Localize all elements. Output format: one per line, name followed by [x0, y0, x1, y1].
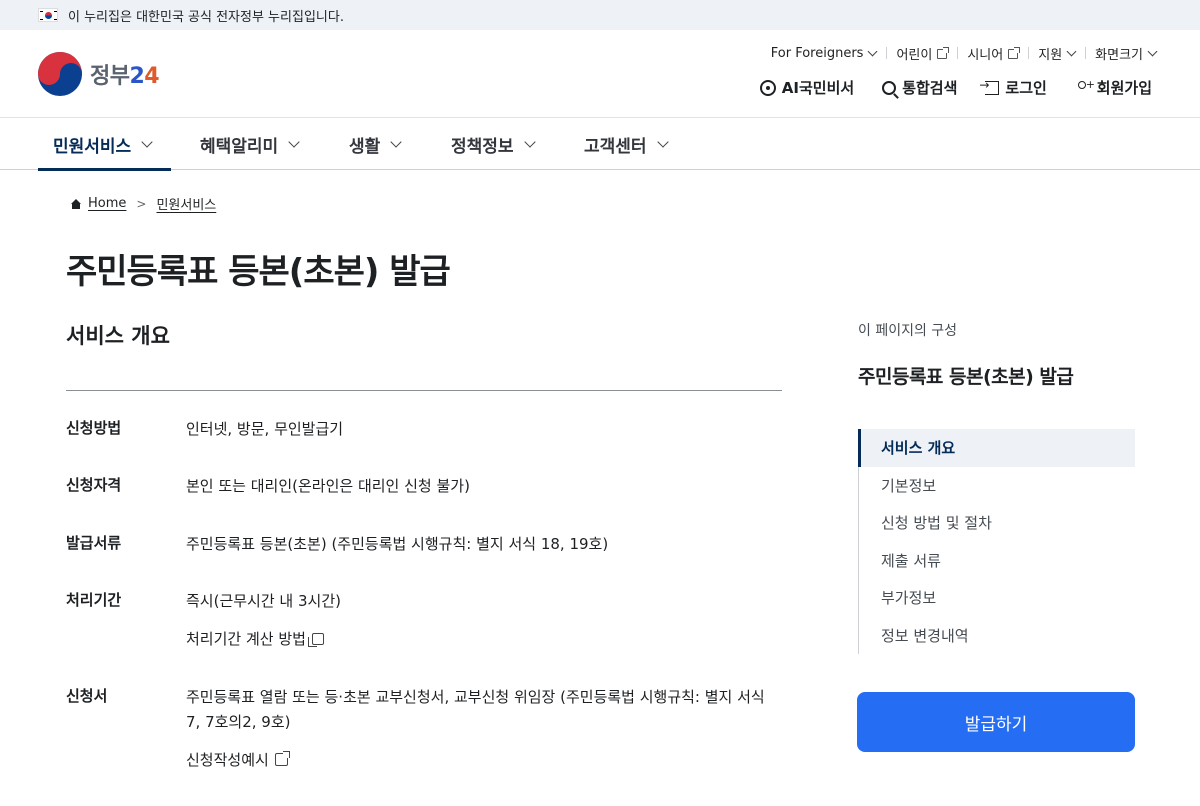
chevron-right-icon: > — [136, 196, 147, 211]
info-label: 신청서 — [66, 687, 108, 705]
for-foreigners-menu[interactable]: For Foreigners — [761, 46, 887, 61]
application-example-link[interactable]: 신청작성예시 — [186, 749, 290, 770]
info-label: 신청방법 — [66, 419, 122, 437]
gnb-life[interactable]: 생활 — [349, 118, 402, 170]
breadcrumb-current[interactable]: 민원서비스 — [156, 194, 216, 213]
gov-banner: 이 누리집은 대한민국 공식 전자정부 누리집입니다. — [0, 0, 1200, 30]
toc-item-basic-info[interactable]: 기본정보 — [859, 467, 1135, 505]
user-add-icon — [1075, 78, 1095, 95]
taeguk-logo-icon — [38, 52, 82, 96]
page-title: 주민등록표 등본(초본) 발급 — [66, 252, 451, 292]
info-label: 처리기간 — [66, 591, 122, 609]
korea-flag-icon — [38, 8, 58, 22]
gnb-customer-center[interactable]: 고객센터 — [584, 118, 669, 170]
screen-size-menu[interactable]: 화면크기 — [1085, 44, 1158, 63]
toc-caption: 이 페이지의 구성 — [858, 323, 958, 339]
kids-link[interactable]: 어린이 — [886, 44, 957, 63]
utility-main-nav: AI국민비서 통합검색 로그인 회원가입 — [759, 77, 1152, 98]
toc-item-procedure[interactable]: 신청 방법 및 절차 — [859, 504, 1135, 542]
external-link-icon — [274, 751, 290, 766]
chevron-down-icon — [141, 135, 153, 148]
info-value: 주민등록표 등본(초본) (주민등록법 시행규칙: 별지 서식 18, 19호) — [186, 535, 609, 553]
integrated-search-button[interactable]: 통합검색 — [882, 77, 957, 98]
support-menu[interactable]: 지원 — [1028, 44, 1085, 63]
gov24-logo[interactable]: 정부24 — [38, 52, 160, 96]
breadcrumb: Home > 민원서비스 — [70, 194, 216, 213]
utility-top-nav: For Foreigners 어린이 시니어 지원 화면크기 — [761, 44, 1158, 63]
gov-banner-text: 이 누리집은 대한민국 공식 전자정부 누리집입니다. — [68, 9, 344, 25]
info-label: 신청자격 — [66, 476, 122, 494]
toc-title: 주민등록표 등본(초본) 발급 — [858, 366, 1074, 388]
external-link-icon — [937, 46, 950, 59]
issue-button[interactable]: 발급하기 — [857, 692, 1135, 752]
ai-assistant-button[interactable]: AI국민비서 — [759, 77, 854, 98]
home-icon — [70, 198, 82, 209]
login-button[interactable]: 로그인 — [979, 77, 1046, 98]
info-value: 인터넷, 방문, 무인발급기 — [186, 420, 344, 438]
processing-time-calc-link[interactable]: 처리기간 계산 방법 — [186, 628, 324, 649]
section-title: 서비스 개요 — [66, 324, 170, 348]
signup-button[interactable]: 회원가입 — [1075, 77, 1152, 98]
toc-item-documents[interactable]: 제출 서류 — [859, 542, 1135, 580]
header: 정부24 For Foreigners 어린이 시니어 지원 화면크기 AI국민… — [0, 30, 1200, 117]
login-icon — [979, 78, 1000, 95]
chevron-down-icon — [390, 135, 402, 148]
section-divider — [66, 390, 782, 391]
search-icon — [882, 80, 897, 95]
senior-link[interactable]: 시니어 — [957, 44, 1028, 63]
ai-assistant-icon — [759, 79, 776, 96]
chevron-down-icon — [868, 46, 878, 57]
copy-icon — [307, 632, 324, 647]
info-value: 주민등록표 열람 또는 등·초본 교부신청서, 교부신청 위임장 (주민등록법 … — [186, 688, 765, 731]
gnb-civil-service[interactable]: 민원서비스 — [38, 118, 171, 171]
info-value: 본인 또는 대리인(온라인은 대리인 신청 불가) — [186, 477, 470, 495]
toc-item-change-history[interactable]: 정보 변경내역 — [859, 617, 1135, 655]
toc-item-additional-info[interactable]: 부가정보 — [859, 579, 1135, 617]
gnb-policy-info[interactable]: 정책정보 — [451, 118, 536, 170]
chevron-down-icon — [656, 135, 669, 148]
info-value: 즉시(근무시간 내 3시간) — [186, 592, 341, 610]
toc-item-overview[interactable]: 서비스 개요 — [858, 429, 1135, 467]
logo-text: 정부24 — [90, 64, 160, 89]
global-nav: 민원서비스 혜택알리미 생활 정책정보 고객센터 — [0, 117, 1200, 171]
info-label: 발급서류 — [66, 534, 122, 552]
gnb-benefit-alert[interactable]: 혜택알리미 — [200, 118, 300, 170]
external-link-icon — [1008, 46, 1021, 59]
toc-list: 서비스 개요 기본정보 신청 방법 및 절차 제출 서류 부가정보 정보 변경내… — [858, 429, 1135, 654]
chevron-down-icon — [1066, 46, 1077, 57]
chevron-down-icon — [523, 135, 536, 148]
breadcrumb-home[interactable]: Home — [88, 196, 126, 211]
chevron-down-icon — [288, 135, 300, 148]
chevron-down-icon — [1147, 46, 1158, 57]
